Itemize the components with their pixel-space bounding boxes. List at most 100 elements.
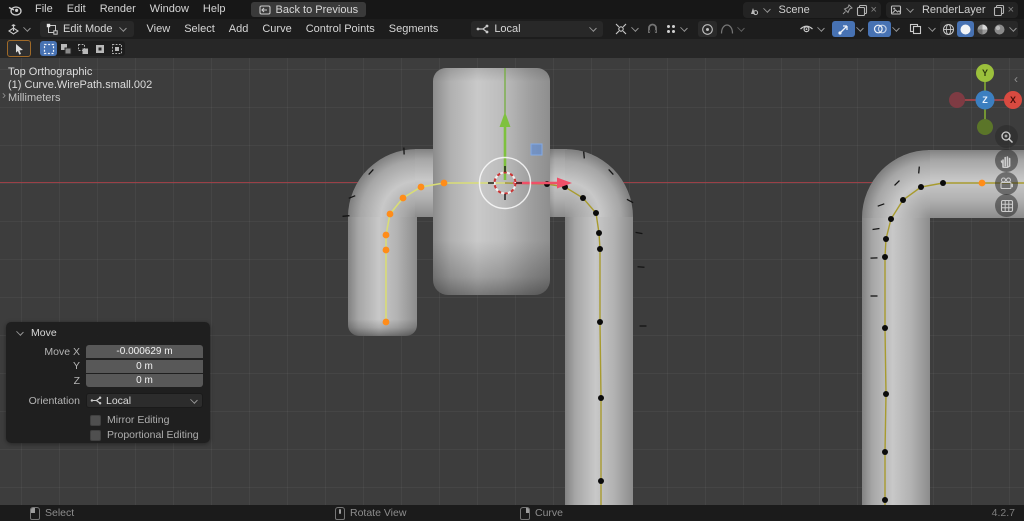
curve-control-point[interactable] xyxy=(596,230,602,236)
curve-control-point[interactable] xyxy=(593,210,599,216)
active-tool-button[interactable] xyxy=(7,40,31,57)
xray-chevron[interactable] xyxy=(928,24,936,32)
move-panel-header[interactable]: Move xyxy=(6,322,210,339)
camera-view-button[interactable] xyxy=(995,172,1018,195)
curve-control-point[interactable] xyxy=(882,497,888,503)
shading-material-button[interactable] xyxy=(974,21,991,37)
menu-window[interactable]: Window xyxy=(143,0,196,19)
menu-edit[interactable]: Edit xyxy=(60,0,93,19)
curve-control-point-selected[interactable] xyxy=(400,195,407,202)
curve-control-point[interactable] xyxy=(900,197,906,203)
menu-file[interactable]: File xyxy=(28,0,60,19)
proportional-editing-label: Proportional Editing xyxy=(107,429,199,441)
curve-control-point[interactable] xyxy=(883,391,889,397)
shading-chevron[interactable] xyxy=(1009,24,1017,32)
toggle-perspective-button[interactable] xyxy=(995,194,1018,217)
menu-help[interactable]: Help xyxy=(196,0,233,19)
active-object-label: (1) Curve.WirePath.small.002 xyxy=(8,79,152,92)
curve-control-point[interactable] xyxy=(918,184,924,190)
curve-control-point[interactable] xyxy=(597,319,603,325)
show-gizmo-toggle[interactable] xyxy=(832,21,855,37)
nav-axis-ball[interactable] xyxy=(949,92,965,108)
proportional-editing-checkbox[interactable] xyxy=(90,430,101,441)
curve-control-point[interactable] xyxy=(883,236,889,242)
select-mode-intersect-button[interactable] xyxy=(108,41,125,56)
proportional-falloff-dropdown[interactable] xyxy=(717,21,749,37)
new-scene-copy-icon[interactable] xyxy=(856,4,868,16)
curve-control-point-selected[interactable] xyxy=(383,232,390,239)
show-overlays-toggle[interactable] xyxy=(868,21,891,37)
curve-control-point-selected[interactable] xyxy=(979,180,986,187)
back-to-previous-button[interactable]: Back to Previous xyxy=(251,2,367,17)
select-intersect-icon xyxy=(111,43,123,55)
gizmo-chevron[interactable] xyxy=(856,24,864,32)
overlays-chevron[interactable] xyxy=(892,24,900,32)
menu-control-points[interactable]: Control Points xyxy=(299,20,382,39)
render-layer-browse-chevron[interactable] xyxy=(906,5,914,13)
unlink-scene-icon[interactable]: × xyxy=(871,4,877,16)
pivot-point-button[interactable] xyxy=(611,21,643,37)
pin-icon[interactable] xyxy=(842,4,853,15)
curve-normal-tick xyxy=(343,216,350,217)
toolbar-region-toggle[interactable]: › xyxy=(2,90,6,100)
select-mode-invert-button[interactable] xyxy=(91,41,108,56)
mode-dropdown[interactable]: Edit Mode xyxy=(40,21,134,37)
snap-grid-icon xyxy=(665,23,677,35)
nav-axis-ball[interactable] xyxy=(977,119,993,135)
curve-control-point-selected[interactable] xyxy=(383,247,390,254)
curve-control-point[interactable] xyxy=(580,195,586,201)
move-z-field[interactable]: 0 m xyxy=(86,374,203,387)
shading-solid-button[interactable] xyxy=(957,21,974,37)
curve-control-point[interactable] xyxy=(888,216,894,222)
select-mode-extend-button[interactable] xyxy=(57,41,74,56)
select-subtract-icon xyxy=(77,43,89,55)
render-layer-name[interactable]: RenderLayer xyxy=(918,4,990,16)
move-x-field[interactable]: -0.000629 m xyxy=(86,345,203,358)
menu-select[interactable]: Select xyxy=(177,20,222,39)
curve-control-point-selected[interactable] xyxy=(383,319,390,326)
blender-logo-menu[interactable] xyxy=(0,4,28,16)
editor-type-button[interactable] xyxy=(4,21,35,37)
menu-segments[interactable]: Segments xyxy=(382,20,446,39)
object-visibility-dropdown[interactable] xyxy=(796,21,829,37)
material-sphere-icon xyxy=(976,23,989,36)
curve-control-point[interactable] xyxy=(940,180,946,186)
scene-name[interactable]: Scene xyxy=(775,4,839,16)
move-y-field[interactable]: 0 m xyxy=(86,360,203,373)
menu-curve[interactable]: Curve xyxy=(255,20,298,39)
curve-control-point[interactable] xyxy=(882,254,888,260)
menu-render[interactable]: Render xyxy=(93,0,143,19)
orientation-chevron xyxy=(589,24,597,32)
zoom-button[interactable] xyxy=(995,125,1018,148)
curve-control-point[interactable] xyxy=(882,449,888,455)
xray-toggle[interactable] xyxy=(904,21,927,37)
curve-control-point-selected[interactable] xyxy=(418,184,425,191)
gizmo-y-arrowhead[interactable] xyxy=(500,112,511,127)
curve-control-point-selected[interactable] xyxy=(387,211,394,218)
curve-control-point[interactable] xyxy=(882,325,888,331)
snap-target-dropdown[interactable] xyxy=(662,21,692,37)
panel-orientation-dropdown[interactable]: Local xyxy=(86,393,203,408)
remove-layer-icon[interactable]: × xyxy=(1008,4,1014,16)
shading-wireframe-button[interactable] xyxy=(940,21,957,37)
curve-control-point[interactable] xyxy=(598,395,604,401)
transform-orientation-dropdown[interactable]: Local xyxy=(471,21,603,37)
curve-control-point-selected[interactable] xyxy=(441,180,448,187)
proportional-editing-toggle[interactable] xyxy=(698,21,717,37)
curve-control-point[interactable] xyxy=(598,478,604,484)
shading-rendered-button[interactable] xyxy=(991,21,1008,37)
render-layer-icon[interactable] xyxy=(890,4,902,16)
select-mode-set-button[interactable] xyxy=(40,41,57,56)
snap-toggle-button[interactable] xyxy=(643,21,662,37)
scene-browse-chevron[interactable] xyxy=(763,5,771,13)
scene-icon[interactable] xyxy=(747,4,759,16)
new-layer-copy-icon[interactable] xyxy=(993,4,1005,16)
menu-add[interactable]: Add xyxy=(222,20,256,39)
menu-view[interactable]: View xyxy=(140,20,178,39)
curve-control-point[interactable] xyxy=(597,246,603,252)
sidebar-region-toggle[interactable]: ‹ xyxy=(1014,74,1018,84)
pan-button[interactable] xyxy=(995,149,1018,172)
gizmo-plane-handle[interactable] xyxy=(531,144,542,155)
select-mode-subtract-button[interactable] xyxy=(74,41,91,56)
mirror-editing-checkbox[interactable] xyxy=(90,415,101,426)
